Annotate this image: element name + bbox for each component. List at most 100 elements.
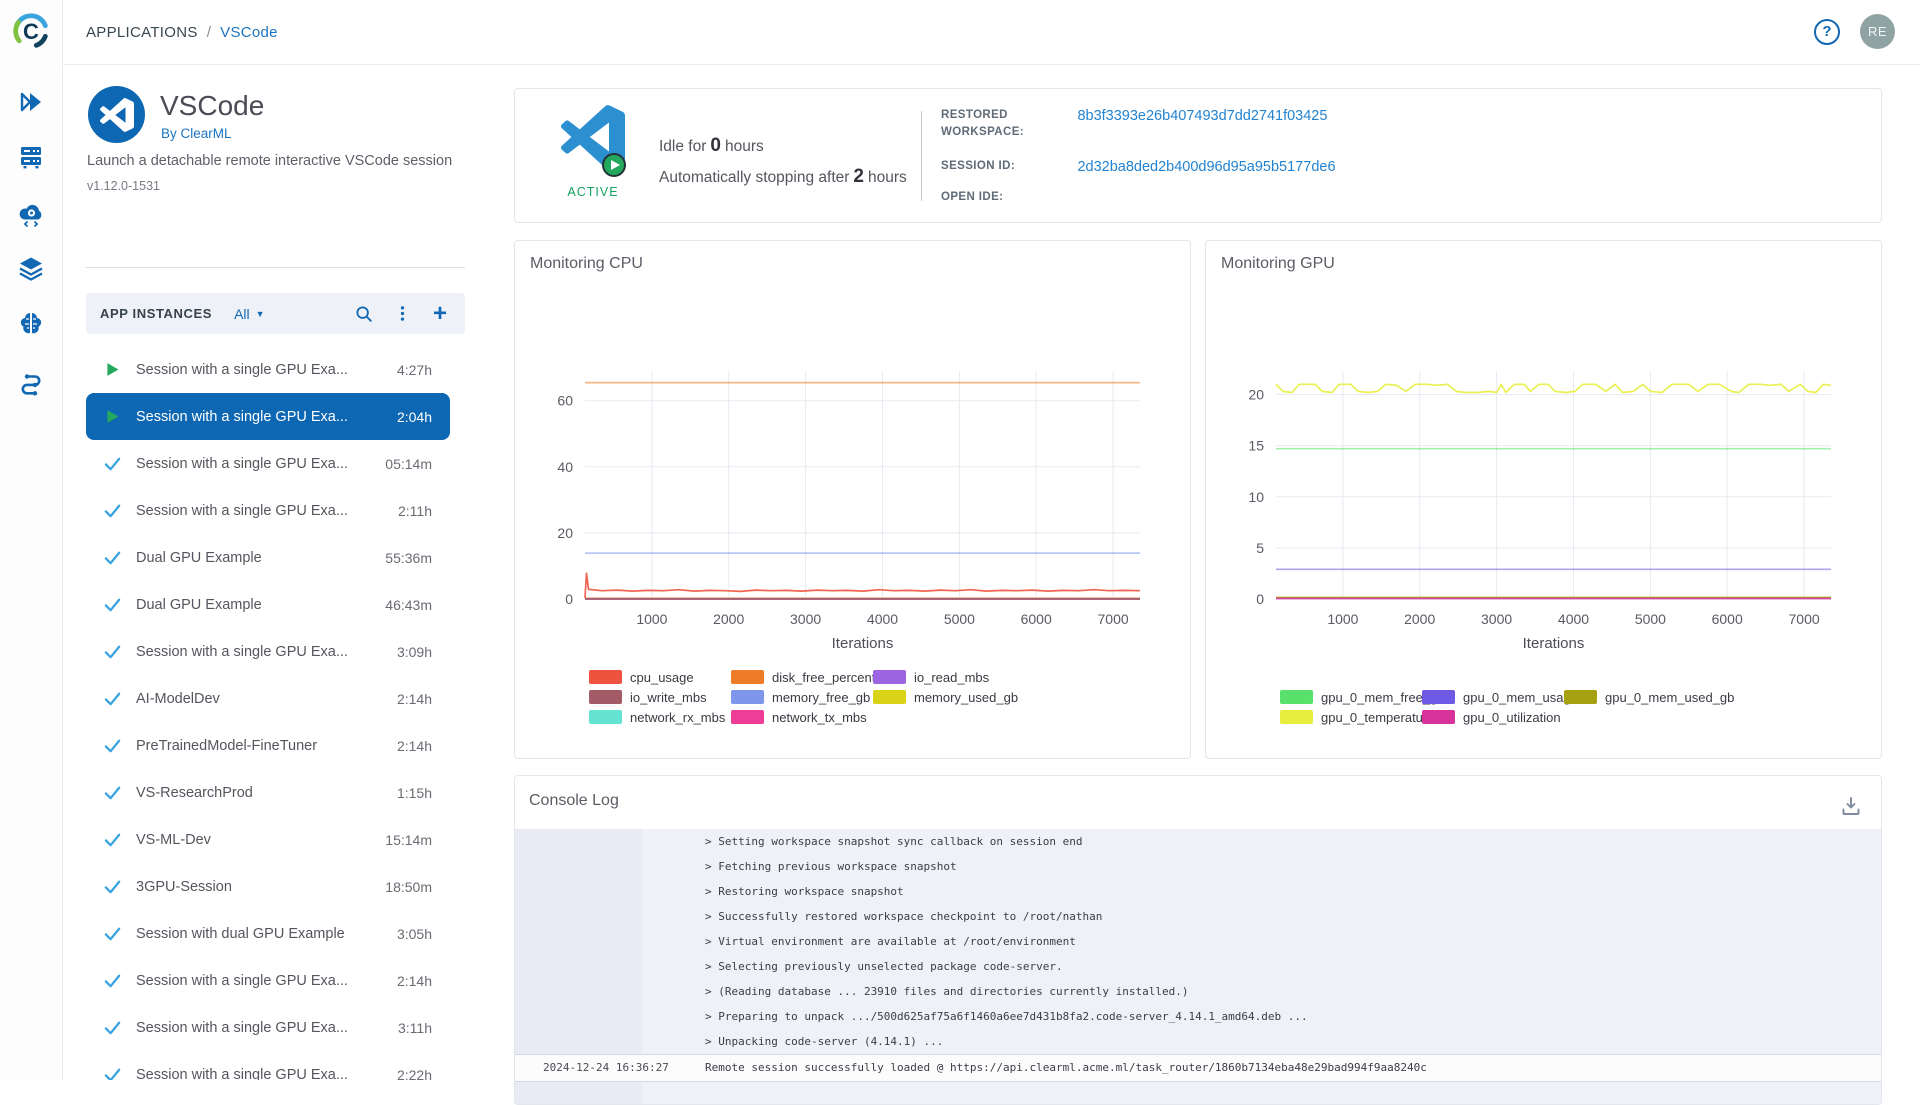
datasets-icon[interactable]	[17, 255, 45, 283]
applications-icon[interactable]	[17, 88, 45, 116]
check-icon	[102, 783, 122, 803]
log-message: > Setting workspace snapshot sync callba…	[705, 835, 1083, 848]
search-icon[interactable]	[353, 303, 375, 325]
check-icon	[102, 1065, 122, 1080]
left-nav-rail: C	[0, 0, 63, 1080]
instance-row[interactable]: VS-ML-Dev 15:14m	[86, 816, 450, 863]
kebab-menu-icon[interactable]	[391, 303, 413, 325]
app-instances-title: APP INSTANCES	[100, 306, 213, 321]
breadcrumb-current[interactable]: VSCode	[220, 24, 278, 41]
svg-text:7000: 7000	[1098, 611, 1129, 627]
instance-row[interactable]: 3GPU-Session 18:50m	[86, 863, 450, 910]
legend-swatch	[589, 670, 622, 684]
app-instances-header: APP INSTANCES All ▼ +	[86, 293, 465, 334]
instance-row[interactable]: Dual GPU Example 55:36m	[86, 534, 450, 581]
svg-text:20: 20	[1248, 387, 1264, 403]
svg-text:2000: 2000	[713, 611, 744, 627]
pipelines-icon[interactable]	[17, 369, 45, 397]
log-message: > Virtual environment are available at /…	[705, 935, 1076, 948]
play-icon	[102, 407, 122, 427]
avatar[interactable]: RE	[1860, 14, 1895, 49]
instance-row[interactable]: Session with a single GPU Exa... 4:27h	[86, 346, 450, 393]
legend-swatch	[1422, 710, 1455, 724]
legend-swatch	[873, 690, 906, 704]
clearml-logo[interactable]: C	[9, 9, 53, 53]
legend-item-memory_free_gb[interactable]: memory_free_gb	[731, 690, 873, 705]
breadcrumb-separator: /	[206, 23, 212, 41]
legend-item-gpu_0_mem_free_gb[interactable]: gpu_0_mem_free_gb	[1280, 690, 1445, 705]
instance-name: Session with a single GPU Exa...	[136, 361, 348, 378]
instance-row[interactable]: Session with a single GPU Exa... 2:22h	[86, 1051, 450, 1080]
help-icon[interactable]: ?	[1814, 19, 1840, 45]
svg-text:4000: 4000	[1558, 611, 1589, 627]
instance-row[interactable]: VS-ResearchProd 1:15h	[86, 769, 450, 816]
instance-row[interactable]: Session with a single GPU Exa... 2:11h	[86, 487, 450, 534]
gpu-chart-plot[interactable]: 1000 2000 3000 4000 5000 6000 7000 0 5 10 15 20 Iter…	[1206, 241, 1883, 760]
svg-text:10: 10	[1248, 489, 1264, 505]
workspace-id-link[interactable]: 8b3f3393e26b407493d7dd2741f03425	[1077, 108, 1327, 124]
instance-row[interactable]: Session with dual GPU Example 3:05h	[86, 910, 450, 957]
instance-list: Session with a single GPU Exa... 4:27h Ses…	[86, 346, 450, 1080]
legend-item-network_tx_mbs[interactable]: network_tx_mbs	[731, 710, 873, 725]
workers-icon[interactable]	[17, 143, 45, 171]
session-id-field: SESSION ID: 2d32ba8ded2b400d96d95a95b517…	[941, 158, 1336, 176]
chevron-down-icon: ▼	[255, 308, 265, 319]
legend-label: io_write_mbs	[630, 689, 707, 705]
check-icon	[102, 924, 122, 944]
autostop-text: Automatically stopping after 2 hours	[659, 166, 907, 187]
legend-item-network_rx_mbs[interactable]: network_rx_mbs	[589, 710, 731, 725]
legend-item-cpu_usage[interactable]: cpu_usage	[589, 670, 731, 685]
legend-swatch	[1280, 690, 1313, 704]
instance-row[interactable]: Session with a single GPU Exa... 2:04h	[86, 393, 450, 440]
legend-label: gpu_0_utilization	[1463, 709, 1561, 725]
legend-item-gpu_0_temperature[interactable]: gpu_0_temperature	[1280, 710, 1434, 725]
instance-name: Dual GPU Example	[136, 549, 262, 566]
legend-item-disk_free_percent[interactable]: disk_free_percent	[731, 670, 875, 685]
instance-row[interactable]: Session with a single GPU Exa... 3:09h	[86, 628, 450, 675]
gpu-chart-title: Monitoring GPU	[1221, 255, 1335, 272]
instances-filter-dropdown[interactable]: All ▼	[234, 306, 264, 322]
log-message: > Restoring workspace snapshot	[705, 885, 904, 898]
divider	[86, 267, 465, 268]
instance-name: Dual GPU Example	[136, 596, 262, 613]
instance-row[interactable]: Session with a single GPU Exa... 05:14m	[86, 440, 450, 487]
legend-item-gpu_0_mem_used_gb[interactable]: gpu_0_mem_used_gb	[1564, 690, 1734, 705]
instance-duration: 2:14h	[396, 690, 432, 707]
log-gutter	[515, 979, 642, 1004]
instance-name: 3GPU-Session	[136, 878, 232, 895]
instance-row[interactable]: AI-ModelDev 2:14h	[86, 675, 450, 722]
svg-text:5000: 5000	[1635, 611, 1666, 627]
svg-text:20: 20	[557, 525, 573, 541]
log-line: > (Reading database ... 23910 files and …	[515, 979, 1881, 1004]
log-message: > Successfully restored workspace checkp…	[705, 910, 1103, 923]
legend-item-io_write_mbs[interactable]: io_write_mbs	[589, 690, 731, 705]
instance-duration: 1:15h	[396, 784, 432, 801]
check-icon	[102, 501, 122, 521]
autoscaler-icon[interactable]	[17, 200, 45, 228]
add-instance-button[interactable]: +	[429, 301, 451, 325]
legend-label: io_read_mbs	[914, 669, 990, 685]
log-line: > Successfully restored workspace checkp…	[515, 904, 1881, 929]
legend-item-io_read_mbs[interactable]: io_read_mbs	[873, 670, 1015, 685]
app-byline-link[interactable]: By ClearML	[161, 126, 232, 141]
session-id-link[interactable]: 2d32ba8ded2b400d96d95a95b5177de6	[1077, 159, 1335, 175]
instance-row[interactable]: Session with a single GPU Exa... 2:14h	[86, 957, 450, 1004]
instance-row[interactable]: PreTrainedModel-FineTuner 2:14h	[86, 722, 450, 769]
instance-row[interactable]: Session with a single GPU Exa... 3:11h	[86, 1004, 450, 1051]
field-label: RESTORED WORKSPACE:	[941, 109, 1025, 138]
svg-text:1000: 1000	[636, 611, 667, 627]
console-log-lines[interactable]: > Setting workspace snapshot sync callba…	[515, 829, 1881, 1104]
legend-label: cpu_usage	[630, 669, 694, 685]
instance-row[interactable]: Dual GPU Example 46:43m	[86, 581, 450, 628]
instance-duration: 05:14m	[385, 455, 432, 472]
breadcrumb-applications[interactable]: APPLICATIONS	[86, 24, 198, 41]
svg-text:60: 60	[557, 393, 573, 409]
download-log-icon[interactable]	[1839, 794, 1863, 818]
log-line: > Virtual environment are available at /…	[515, 929, 1881, 954]
models-icon[interactable]	[17, 309, 45, 337]
legend-swatch	[1422, 690, 1455, 704]
legend-item-memory_used_gb[interactable]: memory_used_gb	[873, 690, 1018, 705]
legend-item-gpu_0_mem_usage[interactable]: gpu_0_mem_usage	[1422, 690, 1578, 705]
legend-item-gpu_0_utilization[interactable]: gpu_0_utilization	[1422, 710, 1564, 725]
svg-text:6000: 6000	[1021, 611, 1052, 627]
